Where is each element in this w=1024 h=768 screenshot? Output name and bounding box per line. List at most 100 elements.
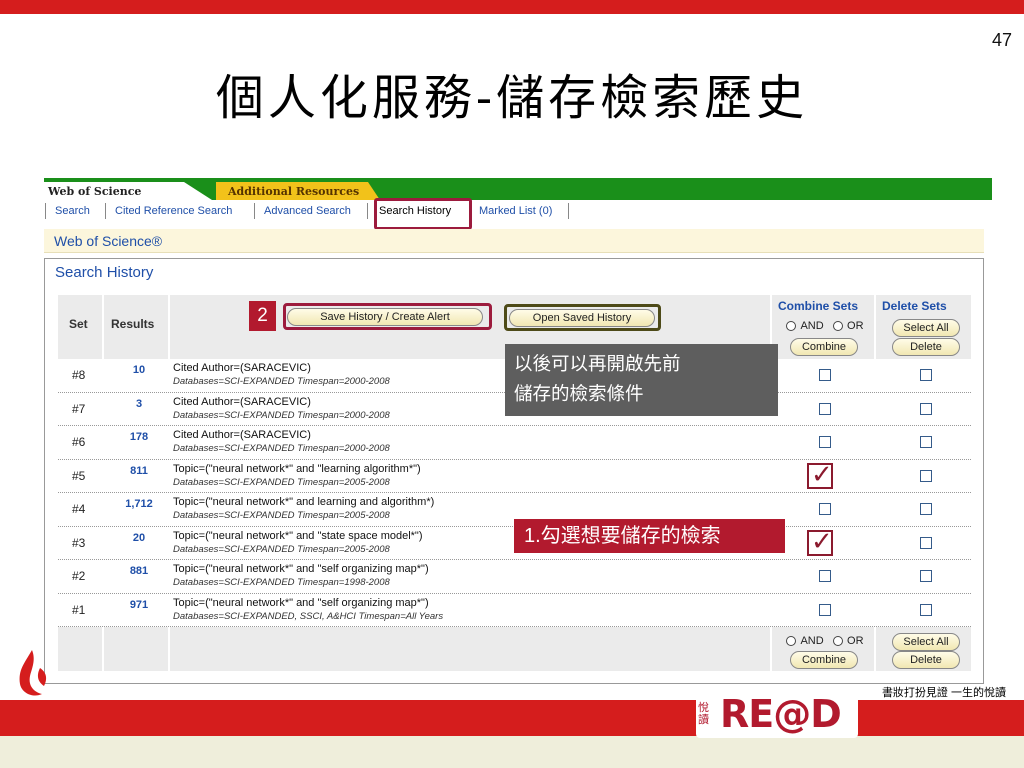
footer-set-cell <box>58 627 104 671</box>
combine-checkbox[interactable] <box>819 503 831 515</box>
row-set-number: #2 <box>72 569 86 583</box>
step-badge: 2 <box>249 301 276 331</box>
history-row: #2 881 Topic=("neural network*" and "self … <box>58 560 971 594</box>
nav-separator <box>105 203 106 219</box>
tab-bar: Web of Science Additional Resources <box>44 178 992 200</box>
footer-combine-button[interactable]: Combine <box>790 651 858 669</box>
nav-separator <box>254 203 255 219</box>
select-sets-callout: 1.勾選想要儲存的檢索 <box>514 519 785 553</box>
combine-checkbox-checked[interactable]: ✓ <box>807 459 833 489</box>
delete-checkbox[interactable] <box>920 536 932 549</box>
wos-banner-label: Web of Science® <box>54 233 163 249</box>
header-delete-cell: Delete Sets Select All Delete <box>876 295 971 359</box>
row-databases: Databases=SCI-EXPANDED Timespan=2005-200… <box>173 543 390 555</box>
row-query: Cited Author=(SARACEVIC) <box>173 395 311 408</box>
header-set: Set <box>69 317 88 331</box>
nav-search-link[interactable]: Search <box>55 205 90 217</box>
read-logo-side-text: 悅讀 <box>698 702 709 726</box>
brand-flame-icon <box>19 650 47 696</box>
tab-web-of-science[interactable]: Web of Science <box>44 182 184 200</box>
nav-cited-reference-link[interactable]: Cited Reference Search <box>115 205 232 217</box>
row-results-link[interactable]: 881 <box>104 565 174 577</box>
delete-checkbox[interactable] <box>920 436 932 448</box>
footer-and-radio[interactable] <box>786 635 796 646</box>
search-history-title: Search History <box>55 264 154 281</box>
row-set-number: #7 <box>72 401 86 416</box>
search-history-panel: Search History Set Results 2 Save Histor… <box>44 258 984 684</box>
delete-checkbox[interactable] <box>920 603 932 616</box>
search-history-highlight <box>374 198 472 230</box>
history-row: #5 811 Topic=("neural network*" and "learn… <box>58 459 971 493</box>
history-row: #6 178 Cited Author=(SARACEVIC) Databases=S… <box>58 426 971 460</box>
header-results-cell: Results <box>104 295 170 359</box>
footer-or-radio[interactable] <box>832 635 843 646</box>
combine-checkbox[interactable] <box>819 369 831 381</box>
header-results: Results <box>111 317 155 331</box>
tab-wos-corner <box>184 182 212 200</box>
combine-checkbox-checked[interactable]: ✓ <box>807 526 833 556</box>
bottom-red-band <box>0 700 1024 736</box>
checkmark-icon: ✓ <box>811 525 833 556</box>
row-set-number: #1 <box>72 602 86 617</box>
and-radio[interactable] <box>786 320 796 331</box>
row-databases: Databases=SCI-EXPANDED Timespan=2005-200… <box>173 476 390 488</box>
slide-title: 個人化服務-儲存檢索歷史 <box>215 70 809 126</box>
delete-checkbox[interactable] <box>920 570 932 582</box>
save-button-highlight <box>283 303 492 330</box>
slogan: 書妝打扮見證 一生的悅讀 <box>881 687 1006 699</box>
slide: 47 個人化服務-儲存檢索歷史 Web of Science Additiona… <box>0 0 1024 768</box>
callout-line-2: 儲存的檢索條件 <box>514 383 644 404</box>
wos-screenshot: Web of Science Additional Resources Sear… <box>44 178 992 684</box>
select-all-button[interactable]: Select All <box>892 319 960 337</box>
row-set-number: #8 <box>72 368 86 382</box>
history-row: #1 971 Topic=("neural network*" and "self … <box>58 594 971 627</box>
row-set-number: #5 <box>72 468 86 483</box>
row-set-number: #4 <box>72 502 86 516</box>
row-databases: Databases=SCI-EXPANDED, SSCI, A&HCI Time… <box>173 610 444 622</box>
footer-select-all-button[interactable]: Select All <box>892 633 960 651</box>
nav-separator <box>367 203 368 219</box>
row-set-number: #6 <box>72 435 86 449</box>
delete-checkbox[interactable] <box>920 402 932 415</box>
delete-checkbox[interactable] <box>920 503 932 515</box>
delete-checkbox[interactable] <box>920 469 932 482</box>
row-databases: Databases=SCI-EXPANDED Timespan=2005-200… <box>173 510 390 521</box>
history-table-footer: AND OR Combine Select All Delete <box>58 627 971 671</box>
read-logo: 悅讀 RE@D <box>696 690 858 738</box>
row-results-link[interactable]: 811 <box>104 465 174 477</box>
row-results-link[interactable]: 178 <box>104 431 174 443</box>
row-databases: Databases=SCI-EXPANDED Timespan=2000-200… <box>173 376 390 387</box>
delete-checkbox[interactable] <box>920 369 932 381</box>
header-set-cell: Set <box>58 295 104 359</box>
callout-line-1: 以後可以再開啟先前 <box>514 353 681 374</box>
or-label: OR <box>847 319 864 332</box>
combine-button[interactable]: Combine <box>790 338 858 356</box>
row-results-link[interactable]: 20 <box>104 532 174 544</box>
footer-delete-button[interactable]: Delete <box>892 651 960 669</box>
row-results-link[interactable]: 1,712 <box>104 498 174 510</box>
row-databases: Databases=SCI-EXPANDED Timespan=2000-200… <box>173 443 390 454</box>
nav-marked-list-link[interactable]: Marked List (0) <box>479 205 552 217</box>
combine-checkbox[interactable] <box>819 570 831 582</box>
row-results-link[interactable]: 3 <box>104 398 174 410</box>
nav-separator <box>568 203 569 219</box>
row-results-link[interactable]: 10 <box>104 364 174 376</box>
open-button-highlight <box>504 304 661 331</box>
wos-banner: Web of Science® <box>44 229 984 253</box>
row-query: Topic=("neural network*" and "state spac… <box>173 529 423 542</box>
row-results-link[interactable]: 971 <box>104 599 174 611</box>
page-number: 47 <box>991 30 1012 50</box>
delete-button[interactable]: Delete <box>892 338 960 356</box>
bottom-cream-band <box>0 736 1024 768</box>
footer-combine-cell: AND OR Combine <box>772 627 876 671</box>
combine-checkbox[interactable] <box>819 603 831 616</box>
tab-additional-resources[interactable]: Additional Resources <box>216 182 368 200</box>
or-radio[interactable] <box>832 320 843 331</box>
footer-or-label: OR <box>847 634 864 647</box>
combine-checkbox[interactable] <box>819 402 831 415</box>
nav-advanced-search-link[interactable]: Advanced Search <box>264 205 351 217</box>
combine-checkbox[interactable] <box>819 436 831 448</box>
row-databases: Databases=SCI-EXPANDED Timespan=2000-200… <box>173 409 390 421</box>
footer-operator-group: AND OR <box>786 632 864 650</box>
and-label: AND <box>800 319 824 332</box>
